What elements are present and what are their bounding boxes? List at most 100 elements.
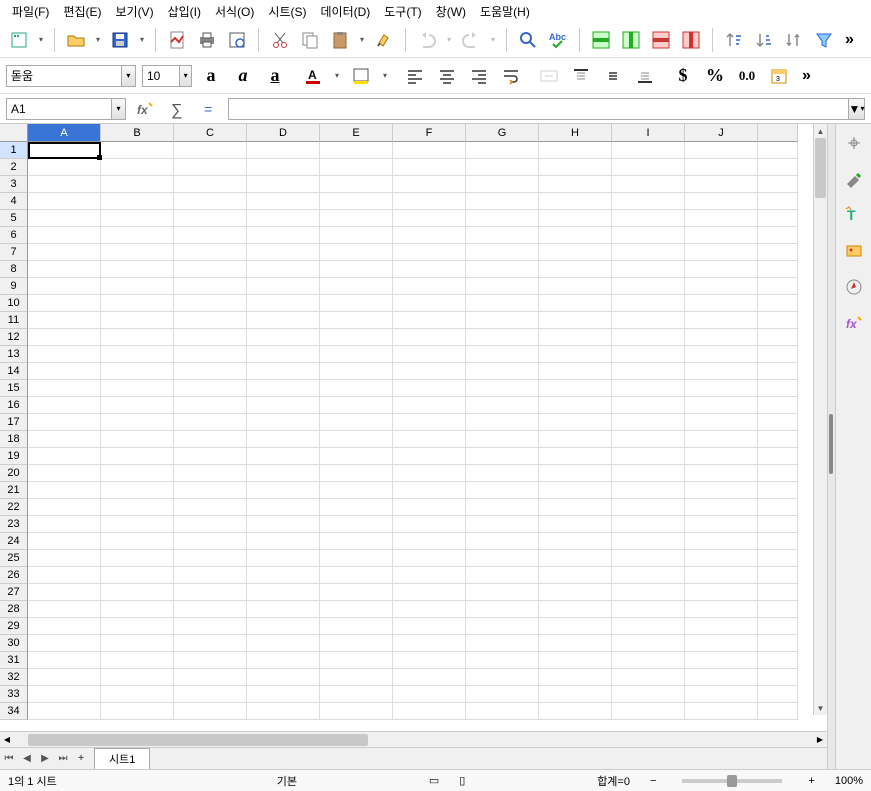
cell[interactable] [393, 567, 466, 584]
cell[interactable] [758, 516, 798, 533]
sort-asc-button[interactable] [721, 27, 747, 53]
cell[interactable] [247, 669, 320, 686]
cell[interactable] [685, 329, 758, 346]
cell[interactable] [758, 533, 798, 550]
cell[interactable] [758, 618, 798, 635]
font-name-combo[interactable] [6, 65, 136, 87]
cell[interactable] [247, 176, 320, 193]
name-box[interactable] [6, 98, 126, 120]
cell[interactable] [174, 567, 247, 584]
cell[interactable] [320, 397, 393, 414]
cell[interactable] [101, 176, 174, 193]
cell[interactable] [320, 635, 393, 652]
cell[interactable] [320, 193, 393, 210]
cell[interactable] [466, 312, 539, 329]
navigator-icon[interactable] [841, 274, 867, 300]
cell[interactable] [685, 193, 758, 210]
cell[interactable] [466, 397, 539, 414]
cell[interactable] [758, 159, 798, 176]
cell[interactable] [174, 533, 247, 550]
cell[interactable] [393, 142, 466, 159]
row-header-32[interactable]: 32 [0, 669, 28, 686]
cell[interactable] [466, 635, 539, 652]
cell[interactable] [539, 227, 612, 244]
cell[interactable] [320, 329, 393, 346]
cell[interactable] [174, 363, 247, 380]
cell-style-label[interactable]: 기본 [277, 773, 297, 789]
row-header-25[interactable]: 25 [0, 550, 28, 567]
cell[interactable] [174, 601, 247, 618]
autofilter-button[interactable] [811, 27, 837, 53]
cell[interactable] [174, 652, 247, 669]
cell[interactable] [174, 584, 247, 601]
cell[interactable] [685, 652, 758, 669]
paste-dropdown[interactable] [357, 35, 367, 44]
cell[interactable] [612, 227, 685, 244]
cell[interactable] [393, 652, 466, 669]
zoom-level-label[interactable]: 100% [835, 775, 863, 787]
cell[interactable] [539, 210, 612, 227]
row-header-26[interactable]: 26 [0, 567, 28, 584]
save-button[interactable] [107, 27, 133, 53]
cell[interactable] [539, 176, 612, 193]
cell[interactable] [539, 499, 612, 516]
cell[interactable] [466, 142, 539, 159]
cell[interactable] [320, 380, 393, 397]
cell[interactable] [685, 312, 758, 329]
cell[interactable] [320, 567, 393, 584]
cell[interactable] [174, 380, 247, 397]
cell[interactable] [685, 380, 758, 397]
menu-format[interactable]: 서식(O) [209, 1, 260, 22]
cell[interactable] [466, 193, 539, 210]
cell[interactable] [28, 652, 101, 669]
cell[interactable] [28, 210, 101, 227]
cell[interactable] [101, 635, 174, 652]
cell[interactable] [685, 244, 758, 261]
cell[interactable] [758, 363, 798, 380]
row-header-22[interactable]: 22 [0, 499, 28, 516]
cell[interactable] [28, 397, 101, 414]
cell[interactable] [393, 431, 466, 448]
row-header-12[interactable]: 12 [0, 329, 28, 346]
cell[interactable] [28, 176, 101, 193]
cell[interactable] [393, 363, 466, 380]
cell[interactable] [393, 414, 466, 431]
cell[interactable] [758, 431, 798, 448]
cell[interactable] [466, 533, 539, 550]
cell[interactable] [466, 584, 539, 601]
menu-edit[interactable]: 편집(E) [57, 1, 107, 22]
cell[interactable] [320, 312, 393, 329]
cell[interactable] [393, 261, 466, 278]
col-header-H[interactable]: H [539, 124, 612, 142]
tab-next-icon[interactable]: ▶ [36, 753, 54, 764]
functions-icon[interactable]: fx [841, 310, 867, 336]
cell[interactable] [101, 312, 174, 329]
cell[interactable] [466, 278, 539, 295]
cell[interactable] [685, 295, 758, 312]
vscroll-thumb[interactable] [815, 138, 826, 198]
cell[interactable] [101, 584, 174, 601]
cell[interactable] [247, 601, 320, 618]
cell[interactable] [101, 193, 174, 210]
cell[interactable] [466, 329, 539, 346]
col-header-I[interactable]: I [612, 124, 685, 142]
cell[interactable] [539, 142, 612, 159]
row-header-3[interactable]: 3 [0, 176, 28, 193]
cell[interactable] [393, 380, 466, 397]
cell[interactable] [101, 295, 174, 312]
row-header-30[interactable]: 30 [0, 635, 28, 652]
cell[interactable] [758, 278, 798, 295]
cell[interactable] [101, 533, 174, 550]
currency-button[interactable]: $ [670, 63, 696, 89]
cell[interactable] [685, 278, 758, 295]
pdf-button[interactable] [164, 27, 190, 53]
properties-icon[interactable] [841, 166, 867, 192]
row-header-17[interactable]: 17 [0, 414, 28, 431]
cell[interactable] [320, 601, 393, 618]
align-top-button[interactable] [568, 63, 594, 89]
cell[interactable] [393, 295, 466, 312]
cell[interactable] [247, 686, 320, 703]
italic-button[interactable]: a [230, 63, 256, 89]
cell[interactable] [612, 652, 685, 669]
row-header-33[interactable]: 33 [0, 686, 28, 703]
